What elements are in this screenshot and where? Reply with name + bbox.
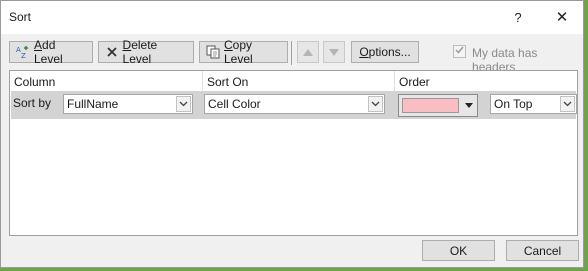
header-separator xyxy=(202,71,203,91)
delete-level-accel: D xyxy=(122,38,132,52)
options-button[interactable]: Options... xyxy=(351,41,419,63)
down-arrow-icon xyxy=(329,45,339,59)
dialog-title: Sort xyxy=(9,10,32,24)
ok-button[interactable]: OK xyxy=(422,240,495,261)
column-select[interactable]: FullName xyxy=(63,94,193,114)
title-bar: Sort ? ✕ xyxy=(1,1,583,34)
move-down-button[interactable] xyxy=(323,41,345,63)
add-level-accel: A xyxy=(34,38,43,52)
add-level-icon: A Z xyxy=(16,45,30,59)
up-arrow-icon xyxy=(303,45,313,59)
sort-on-select-value: Cell Color xyxy=(208,97,261,111)
delete-x-icon xyxy=(105,45,119,59)
color-swatch xyxy=(402,98,459,113)
copy-icon xyxy=(206,45,220,59)
sort-on-select[interactable]: Cell Color xyxy=(204,94,385,114)
toolbar-separator xyxy=(291,41,292,65)
headers-label-before: My data has xyxy=(472,46,538,60)
delete-level-button[interactable]: Delete Level xyxy=(98,38,194,66)
sort-dialog: Sort ? ✕ A Z Add Level Delete Level Copy… xyxy=(0,0,584,268)
order-position-value: On Top xyxy=(494,97,533,111)
svg-text:Z: Z xyxy=(21,52,26,59)
chevron-down-icon[interactable] xyxy=(368,96,383,112)
cancel-button[interactable]: Cancel xyxy=(506,240,579,261)
chevron-down-icon[interactable] xyxy=(176,96,191,112)
order-header: Order xyxy=(399,75,430,89)
move-up-button[interactable] xyxy=(297,41,319,63)
dropdown-triangle-icon[interactable] xyxy=(460,95,477,116)
copy-level-accel: C xyxy=(224,38,233,52)
checkmark-icon xyxy=(455,46,464,57)
sort-on-header: Sort On xyxy=(207,75,249,89)
sort-levels-grid: Column Sort On Order Sort by FullName Ce… xyxy=(9,70,578,236)
order-color-picker[interactable] xyxy=(398,94,478,117)
column-header: Column xyxy=(14,75,56,89)
chevron-down-icon[interactable] xyxy=(560,96,575,112)
copy-level-button[interactable]: Copy Level xyxy=(199,38,288,66)
add-level-button[interactable]: A Z Add Level xyxy=(9,38,93,66)
close-button[interactable]: ✕ xyxy=(547,4,577,30)
column-select-value: FullName xyxy=(67,97,119,111)
order-position-select[interactable]: On Top xyxy=(490,94,577,114)
header-separator xyxy=(394,71,395,91)
my-data-has-headers-checkbox[interactable] xyxy=(453,45,466,58)
options-accel: O xyxy=(359,45,369,59)
sort-level-row[interactable]: Sort by FullName Cell Color On Top xyxy=(11,91,577,119)
help-button[interactable]: ? xyxy=(503,4,533,30)
sort-by-label: Sort by xyxy=(13,96,52,110)
options-label: ptions... xyxy=(368,45,411,59)
